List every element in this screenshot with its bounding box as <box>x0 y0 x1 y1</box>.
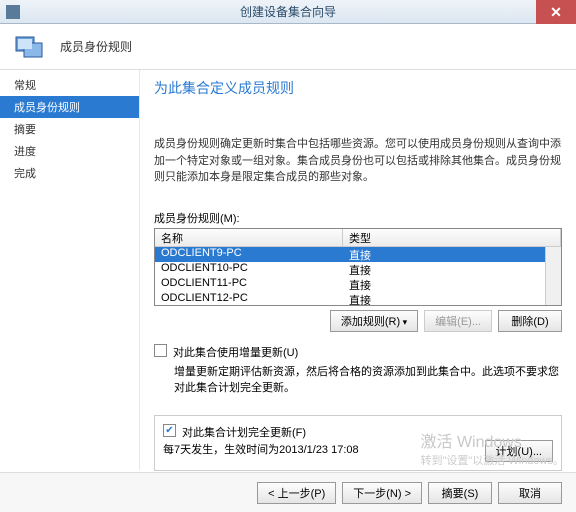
full-update-label: 对此集合计划完全更新(F) <box>182 424 306 440</box>
add-rule-button[interactable]: 添加规则(R) <box>330 310 418 332</box>
delete-button[interactable]: 删除(D) <box>498 310 562 332</box>
col-name[interactable]: 名称 <box>155 229 343 246</box>
page-title: 为此集合定义成员规则 <box>154 78 562 98</box>
header-icon <box>14 31 46 63</box>
sidebar-item-general[interactable]: 常规 <box>0 74 139 96</box>
scrollbar[interactable] <box>545 247 561 305</box>
incremental-desc: 增量更新定期评估新资源，然后将合格的资源添加到此集合中。此选项不要求您对此集合计… <box>174 364 562 397</box>
sidebar-item-membership[interactable]: 成员身份规则 <box>0 96 139 118</box>
list-label: 成员身份规则(M): <box>154 210 562 226</box>
page-description: 成员身份规则确定更新时集合中包括哪些资源。您可以使用成员身份规则从查询中添加一个… <box>154 136 562 186</box>
table-row[interactable]: ODCLIENT10-PC直接 <box>155 262 561 277</box>
cancel-button[interactable]: 取消 <box>498 482 562 504</box>
table-row[interactable]: ODCLIENT11-PC直接 <box>155 277 561 292</box>
wizard-sidebar: 常规 成员身份规则 摘要 进度 完成 <box>0 70 140 470</box>
titlebar: 创建设备集合向导 ✕ <box>0 0 576 24</box>
full-update-checkbox[interactable]: ✔ <box>163 424 176 437</box>
col-type[interactable]: 类型 <box>343 229 561 246</box>
wizard-header: 成员身份规则 <box>0 24 576 70</box>
next-button[interactable]: 下一步(N) > <box>342 482 422 504</box>
window-title: 创建设备集合向导 <box>240 3 336 20</box>
edit-button: 编辑(E)... <box>424 310 492 332</box>
schedule-text: 每7天发生，生效时间为2013/1/23 17:08 <box>163 442 359 459</box>
prev-button[interactable]: < 上一步(P) <box>257 482 336 504</box>
sidebar-item-complete[interactable]: 完成 <box>0 162 139 184</box>
wizard-footer: < 上一步(P) 下一步(N) > 摘要(S) 取消 <box>0 472 576 512</box>
header-text: 成员身份规则 <box>60 38 132 55</box>
grid-header: 名称 类型 <box>155 229 561 247</box>
content-pane: 为此集合定义成员规则 成员身份规则确定更新时集合中包括哪些资源。您可以使用成员身… <box>140 70 576 470</box>
table-row[interactable]: ODCLIENT12-PC直接 <box>155 292 561 305</box>
incremental-checkbox[interactable] <box>154 344 167 357</box>
table-row[interactable]: ODCLIENT9-PC直接 <box>155 247 561 262</box>
sidebar-item-summary[interactable]: 摘要 <box>0 118 139 140</box>
rules-grid[interactable]: 名称 类型 ODCLIENT9-PC直接ODCLIENT10-PC直接ODCLI… <box>154 228 562 306</box>
watermark: 激活 Windows 转到"设置"以激活 Windows。 <box>421 428 565 468</box>
app-icon <box>6 5 20 19</box>
summary-button[interactable]: 摘要(S) <box>428 482 492 504</box>
close-button[interactable]: ✕ <box>536 0 576 24</box>
sidebar-item-progress[interactable]: 进度 <box>0 140 139 162</box>
incremental-label: 对此集合使用增量更新(U) <box>173 344 298 360</box>
